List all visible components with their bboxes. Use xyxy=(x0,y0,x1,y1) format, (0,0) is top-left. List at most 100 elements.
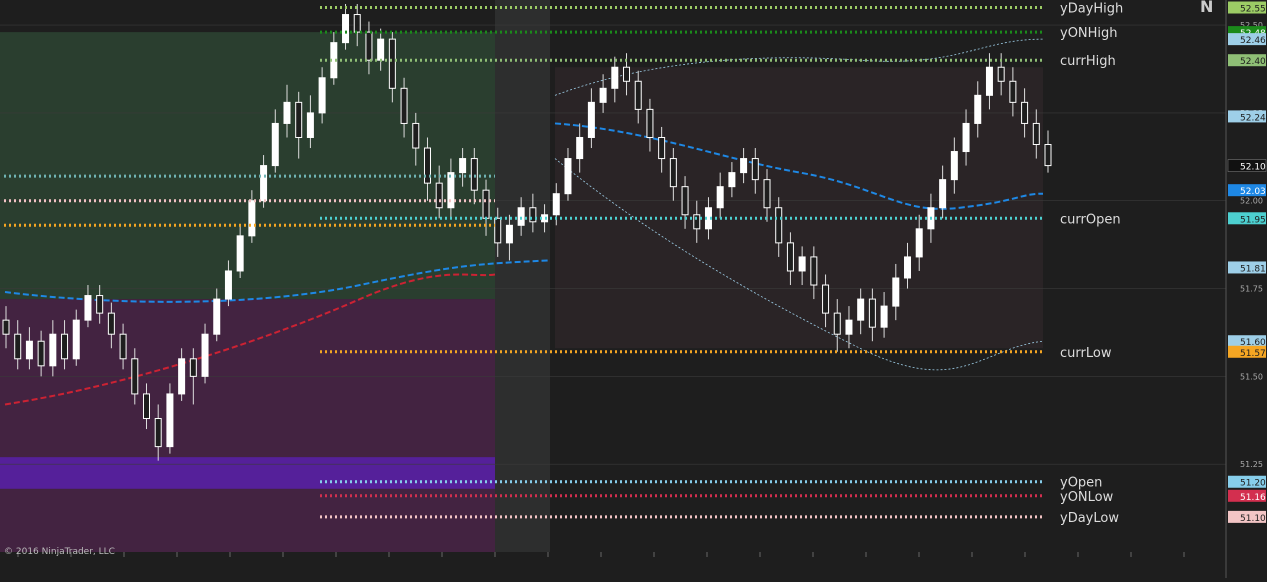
candle-body xyxy=(213,298,221,335)
candle-body xyxy=(119,333,127,360)
price-badge-text: 52.40 xyxy=(1240,57,1266,67)
candle-body xyxy=(84,295,92,321)
candle-body xyxy=(306,112,314,138)
candle-body xyxy=(974,94,982,124)
price-badge: 51.81 xyxy=(1228,261,1266,274)
level-label: currHigh xyxy=(1060,54,1116,69)
level-label: yDayLow xyxy=(1060,511,1119,526)
candle-body xyxy=(786,242,794,272)
price-tick-label: 51.25 xyxy=(1240,460,1263,469)
candle-body xyxy=(868,298,876,328)
candle-body xyxy=(985,66,993,96)
candle-body xyxy=(61,333,69,360)
candle-body xyxy=(505,224,513,244)
price-tick-label: 51.75 xyxy=(1240,285,1263,294)
candle-body xyxy=(623,66,631,82)
candle-body xyxy=(740,158,748,174)
candle-body xyxy=(283,101,291,124)
level-label: currOpen xyxy=(1060,212,1121,227)
candle-body xyxy=(178,358,186,395)
candle-body xyxy=(939,179,947,209)
candle-body xyxy=(25,340,33,360)
candle-body xyxy=(1021,101,1029,124)
level-label: yOpen xyxy=(1060,476,1102,491)
candle-body xyxy=(798,256,806,272)
candle-body xyxy=(72,319,80,360)
price-badge: 51.57 xyxy=(1228,345,1266,359)
candle-body xyxy=(669,158,677,188)
price-badge-text: 51.10 xyxy=(1240,514,1266,524)
candle-body xyxy=(295,101,303,138)
candle-body xyxy=(49,333,57,367)
candle-body xyxy=(342,14,350,44)
candle-body xyxy=(904,256,912,279)
price-badge: 52.10 xyxy=(1227,159,1267,173)
price-tick-label: 52.00 xyxy=(1240,197,1263,206)
price-badge-text: 51.57 xyxy=(1240,349,1266,359)
level-label: yDayHigh xyxy=(1060,2,1123,17)
price-badge-text: 52.46 xyxy=(1240,36,1266,46)
candle-body xyxy=(318,77,326,114)
candle-body xyxy=(353,14,361,33)
price-badge: 52.03 xyxy=(1228,184,1266,197)
candle-body xyxy=(412,122,420,149)
candle-body xyxy=(271,122,279,167)
candle-body xyxy=(482,189,490,219)
price-badge: 52.55 xyxy=(1228,1,1266,15)
price-badge: 51.10 xyxy=(1228,510,1266,524)
candle-body xyxy=(845,319,853,335)
candle-body xyxy=(775,207,783,244)
candle-body xyxy=(400,87,408,124)
candle-body xyxy=(37,340,45,367)
candle-body xyxy=(166,393,174,448)
candle-body xyxy=(576,136,584,160)
candle-body xyxy=(1044,144,1052,167)
candle-body xyxy=(494,217,502,244)
candle-body xyxy=(658,136,666,160)
candle-body xyxy=(14,333,22,360)
price-badge-text: 51.95 xyxy=(1240,215,1266,225)
candle xyxy=(166,383,174,454)
candle-body xyxy=(96,295,104,314)
candle-body xyxy=(377,38,385,61)
candle-body xyxy=(189,358,197,377)
price-badge: 52.24 xyxy=(1228,110,1266,123)
candle-body xyxy=(365,31,373,61)
price-tick-label: 51.50 xyxy=(1240,372,1263,381)
candle-body xyxy=(716,186,724,209)
candle-body xyxy=(587,101,595,138)
current-session-band xyxy=(555,67,1043,349)
price-badge-text: 52.03 xyxy=(1240,187,1266,197)
candle-body xyxy=(822,284,830,314)
candle-body xyxy=(763,179,771,209)
candle-body xyxy=(1032,122,1040,146)
candle-body xyxy=(681,186,689,216)
candle-body xyxy=(423,147,431,184)
price-badge: 52.40 xyxy=(1228,54,1266,67)
price-chart[interactable]: yDayHigh yONHigh currHigh currOpen currLow yO… xyxy=(0,0,1267,578)
candle-body xyxy=(892,277,900,307)
candle-body xyxy=(201,333,209,377)
candle-body xyxy=(962,122,970,153)
price-badge-text: 51.20 xyxy=(1240,479,1266,489)
price-badge-text: 51.81 xyxy=(1240,264,1266,274)
price-badge-text: 52.55 xyxy=(1240,5,1266,15)
prior-session-band-upper xyxy=(0,32,495,300)
candle-body xyxy=(880,305,888,328)
candle-body xyxy=(388,38,396,89)
candle-body xyxy=(470,158,478,191)
candle-body xyxy=(248,200,256,237)
candle-body xyxy=(810,256,818,286)
candle-body xyxy=(611,66,619,89)
candle-body xyxy=(857,298,865,321)
level-label: yONHigh xyxy=(1060,26,1118,41)
candle-body xyxy=(751,158,759,181)
prior-session-violet-band xyxy=(0,457,495,489)
candle-body xyxy=(915,228,923,258)
candle-body xyxy=(2,319,10,335)
candle-body xyxy=(599,87,607,103)
candle-body xyxy=(447,172,455,209)
candle-body xyxy=(236,235,244,272)
candle-body xyxy=(154,418,162,448)
candle-body xyxy=(517,207,525,226)
